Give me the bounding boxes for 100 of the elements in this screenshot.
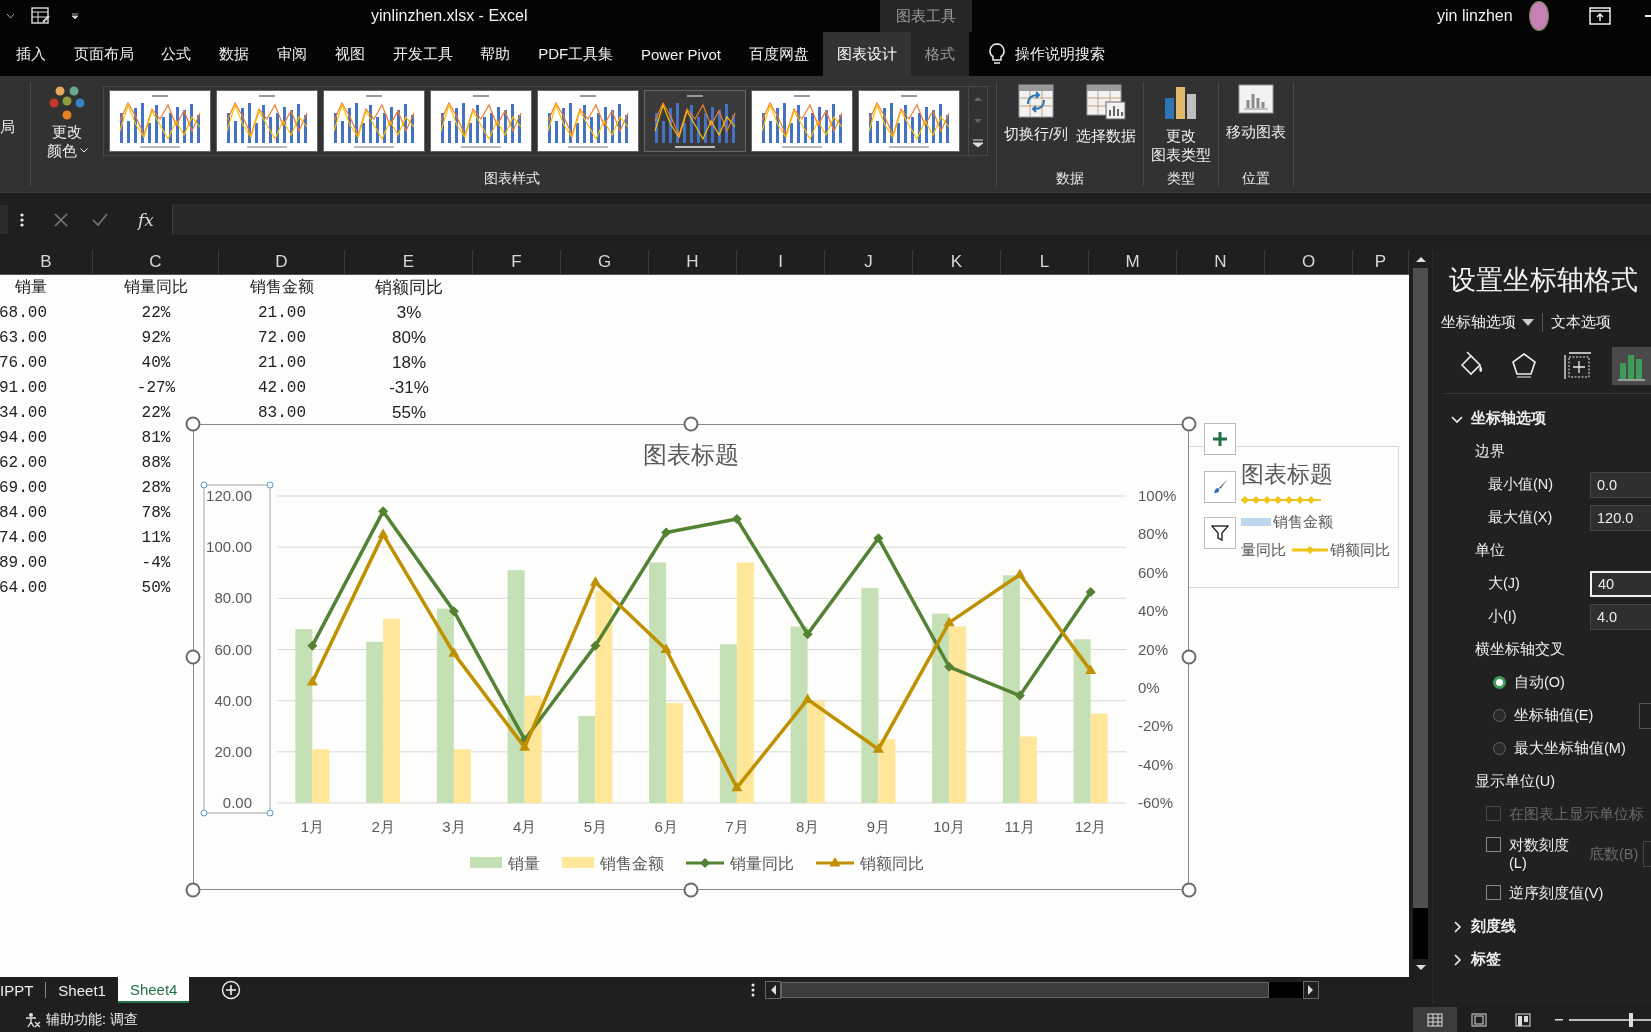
data-point bbox=[873, 533, 884, 544]
input-field[interactable] bbox=[1643, 841, 1651, 867]
column-header[interactable]: F bbox=[473, 250, 561, 274]
checkbox-option[interactable]: 对数刻度(L) bbox=[1486, 836, 1573, 872]
axis-options-icon[interactable] bbox=[1611, 347, 1651, 385]
status-text[interactable]: 辅助功能: 调查 bbox=[46, 1010, 138, 1029]
form-icon[interactable] bbox=[31, 7, 51, 25]
section-header[interactable]: 坐标轴选项 bbox=[1445, 402, 1552, 435]
check-icon[interactable] bbox=[92, 212, 108, 227]
ribbon-button[interactable]: 切换行/列 bbox=[1001, 82, 1072, 145]
column-header[interactable]: L bbox=[1001, 250, 1089, 274]
search-hint[interactable]: 操作说明搜索 bbox=[1014, 44, 1105, 64]
ribbon-tab[interactable]: 百度网盘 bbox=[734, 32, 823, 76]
chart-style-thumbnail[interactable] bbox=[537, 90, 639, 152]
input-field[interactable]: 0.0 bbox=[1590, 471, 1651, 498]
zoom-thumb[interactable] bbox=[1629, 1012, 1634, 1027]
column-header[interactable]: G bbox=[561, 250, 649, 274]
caret-icon[interactable] bbox=[6, 13, 15, 19]
ribbon-tab[interactable]: 数据 bbox=[205, 32, 264, 76]
column-header[interactable]: J bbox=[825, 250, 913, 274]
table-cell: 91.00 bbox=[0, 378, 47, 397]
sheet-tab[interactable]: Sheet4 bbox=[117, 977, 190, 1003]
scroll-right-icon[interactable] bbox=[1303, 981, 1320, 999]
chart-style-thumbnail[interactable] bbox=[751, 90, 853, 152]
resize-handle[interactable] bbox=[185, 882, 201, 898]
section-header[interactable]: 刻度线 bbox=[1445, 910, 1522, 943]
ribbon-tab[interactable]: 帮助 bbox=[466, 32, 525, 76]
column-header[interactable]: N bbox=[1177, 250, 1265, 274]
resize-handle[interactable] bbox=[1181, 416, 1197, 432]
change-colors-button[interactable]: 更改 颜色 bbox=[37, 82, 97, 161]
chart-title[interactable]: 图表标题 bbox=[643, 441, 739, 468]
ribbon-tab[interactable]: 视图 bbox=[320, 32, 379, 76]
add-sheet-icon[interactable] bbox=[221, 980, 242, 1000]
ribbon-button[interactable]: 移动图表 bbox=[1223, 82, 1290, 143]
column-header[interactable]: B bbox=[0, 250, 93, 274]
accessibility-icon[interactable] bbox=[24, 1011, 42, 1028]
ribbon-tab[interactable]: Power Pivot bbox=[627, 32, 735, 76]
filter-button[interactable] bbox=[1204, 517, 1236, 549]
ribbon-button[interactable]: 更改 图表类型 bbox=[1148, 82, 1215, 166]
chart-style-thumbnail[interactable] bbox=[430, 90, 532, 152]
ribbon-tab[interactable]: 页面布局 bbox=[59, 32, 148, 76]
chart-style-thumbnail[interactable] bbox=[644, 90, 746, 152]
sheet-tab[interactable]: IPPT bbox=[0, 977, 46, 1003]
ribbon-label[interactable]: 局 bbox=[0, 76, 12, 192]
section-header[interactable]: 标签 bbox=[1445, 943, 1507, 976]
chart-style-thumbnail[interactable] bbox=[858, 90, 960, 152]
scroll-left-icon[interactable] bbox=[765, 981, 782, 999]
input-field[interactable] bbox=[1639, 702, 1651, 729]
more-icon[interactable] bbox=[751, 983, 756, 997]
ribbon-tab[interactable]: 审阅 bbox=[263, 32, 321, 76]
lightbulb-icon[interactable] bbox=[988, 43, 1005, 65]
resize-handle[interactable] bbox=[185, 416, 201, 432]
scrollbar-thumb[interactable] bbox=[1413, 268, 1428, 908]
column-header[interactable]: H bbox=[649, 250, 737, 274]
cancel-icon[interactable] bbox=[54, 212, 68, 227]
customize-icon[interactable] bbox=[71, 12, 79, 20]
ribbon-tab[interactable]: 开发工具 bbox=[378, 32, 467, 76]
axis-selection-frame[interactable] bbox=[200, 481, 274, 817]
radio-option[interactable]: 自动(O) bbox=[1493, 673, 1565, 692]
table-cell: 72.00 bbox=[258, 328, 306, 347]
more-icon[interactable] bbox=[20, 212, 24, 227]
column-header[interactable]: M bbox=[1089, 250, 1177, 274]
column-header[interactable]: K bbox=[913, 250, 1001, 274]
chart-style-thumbnail[interactable] bbox=[109, 90, 211, 152]
radio-option[interactable]: 最大坐标轴值(M) bbox=[1493, 739, 1626, 758]
checkbox-option[interactable]: 逆序刻度值(V) bbox=[1486, 884, 1604, 903]
input-field[interactable]: 4.0 bbox=[1590, 603, 1651, 630]
resize-handle[interactable] bbox=[185, 649, 201, 665]
chart-area[interactable]: 图表标题 0.00 20.00 40.00 60.00 80.00 100.00 120.00 -60% -40% -20% 0% 20% 40% 60% 80% 100% 1月 2月 3月 4月 5月 6月 7月 8月 9月 10月 11月 12月 销量 销售金额 销量同比 销额同比 bbox=[193, 424, 1189, 890]
data-point bbox=[802, 629, 813, 640]
ribbon-tab[interactable]: 公式 bbox=[147, 32, 206, 76]
ribbon-tab[interactable]: PDF工具集 bbox=[524, 32, 628, 76]
formula-input[interactable] bbox=[171, 204, 1651, 235]
ribbon-tab[interactable]: 格式 bbox=[910, 32, 969, 76]
ribbon-tab[interactable]: 插入 bbox=[2, 32, 60, 76]
insert-function-button[interactable]: fx bbox=[128, 209, 164, 230]
column-header[interactable]: D bbox=[219, 250, 345, 274]
scrollbar-thumb[interactable] bbox=[781, 982, 1270, 998]
axis-label: -40% bbox=[1138, 755, 1174, 773]
add-element-button[interactable] bbox=[1204, 423, 1236, 455]
ribbon-tab[interactable]: 图表设计 bbox=[822, 32, 911, 76]
column-header[interactable]: C bbox=[93, 250, 219, 274]
column-header[interactable]: I bbox=[737, 250, 825, 274]
ribbon-button[interactable]: 选择数据 bbox=[1073, 82, 1140, 147]
normal-view-icon[interactable] bbox=[1413, 1007, 1457, 1032]
zoom-out-icon[interactable] bbox=[1555, 1018, 1563, 1021]
radio-option[interactable]: 坐标轴值(E) bbox=[1493, 706, 1594, 725]
column-header[interactable]: E bbox=[345, 250, 473, 274]
avatar-icon[interactable] bbox=[1528, 1, 1549, 31]
resize-handle[interactable] bbox=[1181, 882, 1197, 898]
text-options-tab[interactable]: 文本选项 bbox=[1543, 312, 1617, 333]
ribbon-display-icon[interactable] bbox=[1589, 7, 1611, 25]
sheet-tab[interactable]: Sheet1 bbox=[46, 977, 118, 1003]
chart-style-thumbnail[interactable] bbox=[216, 90, 318, 152]
options-menu[interactable]: 坐标轴选项 bbox=[1441, 313, 1543, 332]
input-field[interactable]: 40 bbox=[1590, 570, 1651, 597]
chart-style-thumbnail[interactable] bbox=[323, 90, 425, 152]
resize-handle[interactable] bbox=[683, 416, 699, 432]
column-header[interactable]: O bbox=[1265, 250, 1353, 274]
input-field[interactable]: 120.0 bbox=[1590, 504, 1651, 531]
